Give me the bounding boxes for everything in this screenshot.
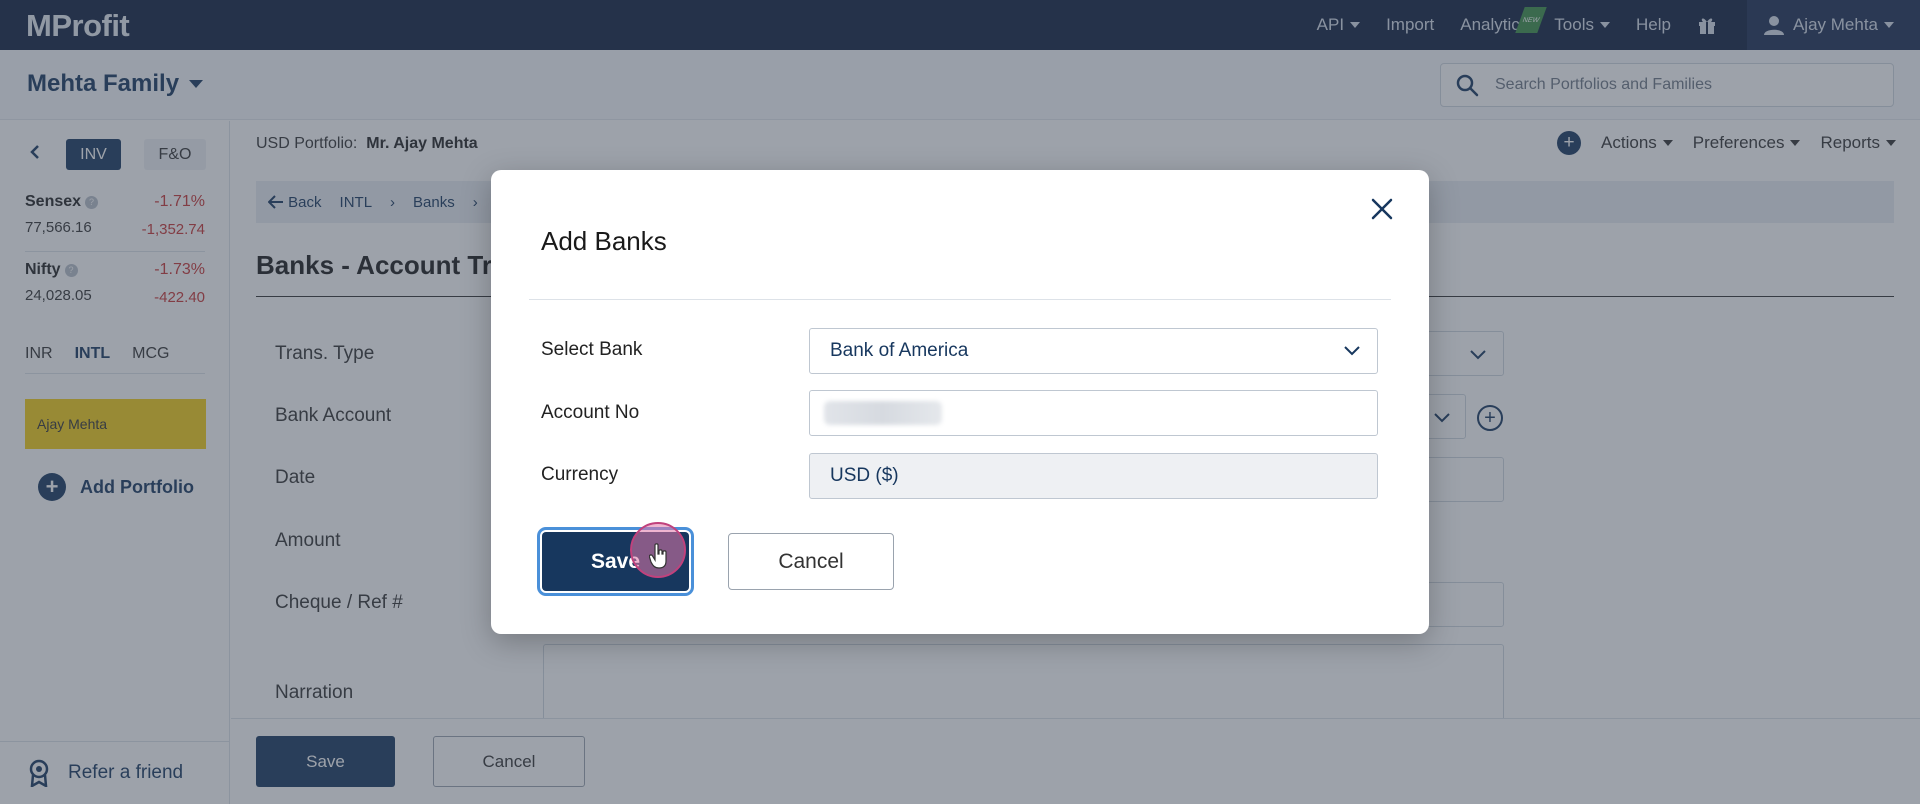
add-banks-modal: Add Banks Select Bank Bank of America Ac… xyxy=(491,170,1429,634)
divider xyxy=(529,299,1391,300)
currency-field: USD ($) xyxy=(809,453,1378,499)
chevron-down-icon xyxy=(1344,346,1360,356)
close-icon[interactable] xyxy=(1369,196,1395,222)
select-bank-value: Bank of America xyxy=(830,340,969,361)
label-currency: Currency xyxy=(541,464,619,485)
modal-cancel-button[interactable]: Cancel xyxy=(728,533,894,590)
label-account-no: Account No xyxy=(541,402,640,423)
label-select-bank: Select Bank xyxy=(541,339,643,360)
currency-value: USD ($) xyxy=(830,465,899,486)
account-no-input[interactable] xyxy=(809,390,1378,436)
hand-cursor-icon xyxy=(649,543,667,569)
redacted-account-number xyxy=(824,401,942,425)
select-bank-dropdown[interactable]: Bank of America xyxy=(809,328,1378,374)
modal-title: Add Banks xyxy=(541,226,667,256)
